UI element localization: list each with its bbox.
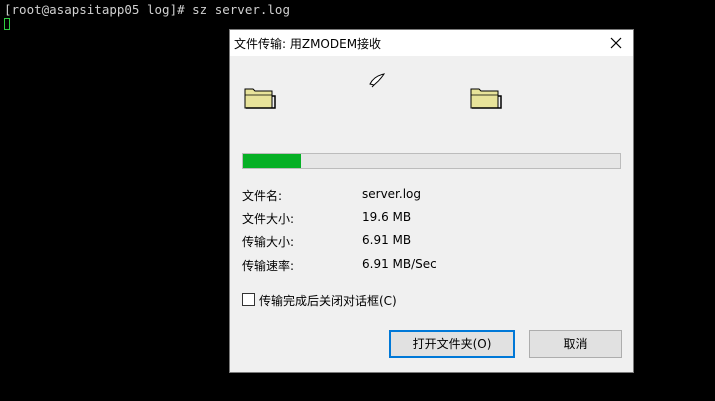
terminal-prompt-line: [root@asapsitapp05 log]# sz server.log	[4, 2, 290, 17]
transfer-progress-fill	[243, 154, 301, 168]
close-button[interactable]	[599, 30, 633, 56]
filename-value: server.log	[362, 187, 421, 201]
info-row-rate: 传输速率: 6.91 MB/Sec	[242, 257, 612, 273]
info-row-transferred: 传输大小: 6.91 MB	[242, 233, 612, 249]
filesize-value: 19.6 MB	[362, 210, 412, 224]
paper-flying-icon	[369, 73, 386, 88]
transferred-value: 6.91 MB	[362, 233, 412, 247]
close-when-done-label[interactable]: 传输完成后关闭对话框(C)	[259, 292, 397, 309]
cancel-button[interactable]: 取消	[529, 330, 622, 358]
transfer-progress-bar	[242, 153, 621, 169]
filename-label: 文件名:	[242, 189, 283, 203]
dialog-title: 文件传输: 用ZMODEM接收	[234, 37, 382, 51]
close-icon	[610, 37, 622, 49]
dialog-titlebar[interactable]: 文件传输: 用ZMODEM接收	[230, 30, 633, 56]
info-row-filename: 文件名: server.log	[242, 187, 612, 203]
rate-value: 6.91 MB/Sec	[362, 257, 437, 271]
transferred-label: 传输大小:	[242, 235, 295, 249]
info-row-filesize: 文件大小: 19.6 MB	[242, 210, 612, 226]
filesize-label: 文件大小:	[242, 212, 295, 226]
file-transfer-dialog: 文件传输: 用ZMODEM接收 文件名: server.log 文件大小: 19…	[229, 29, 634, 373]
source-folder-icon	[244, 88, 276, 109]
close-when-done-option[interactable]: 传输完成后关闭对话框(C)	[242, 292, 542, 308]
open-folder-button[interactable]: 打开文件夹(O)	[389, 330, 515, 358]
rate-label: 传输速率:	[242, 259, 295, 273]
terminal-cursor	[4, 18, 10, 30]
destination-folder-icon	[470, 88, 502, 109]
close-when-done-checkbox[interactable]	[242, 293, 255, 306]
